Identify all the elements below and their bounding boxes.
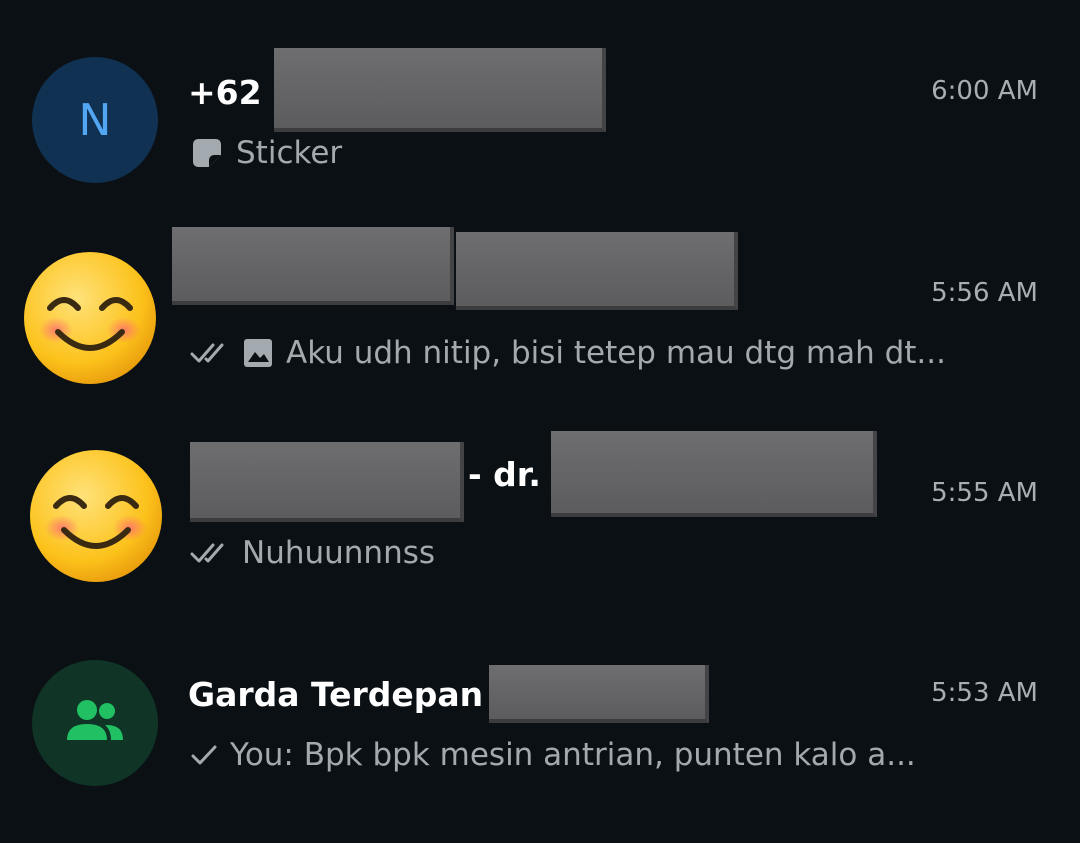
chat-time: 5:55 AM: [931, 478, 1038, 508]
avatar[interactable]: [20, 250, 160, 390]
chat-name: +62: [188, 48, 606, 132]
chat-name-middle: - dr.: [468, 454, 541, 494]
double-check-icon: [190, 341, 230, 365]
preview-text: Sticker: [236, 135, 343, 171]
chat-preview: Nuhuunnnss: [190, 528, 435, 578]
chat-name: - dr.: [190, 431, 877, 522]
chat-name: Garda Terdepan: [188, 664, 710, 724]
chat-preview: Aku udh nitip, bisi tetep mau dtg mah dt…: [190, 328, 946, 378]
redacted-block: [190, 442, 464, 522]
double-check-icon: [190, 541, 230, 565]
preview-text: Nuhuunnnss: [242, 535, 436, 571]
preview-text: You: Bpk bpk mesin antrian, punten kalo …: [230, 737, 916, 773]
chat-name-prefix: +62: [188, 72, 262, 112]
redacted-block: [456, 232, 738, 310]
chat-preview: You: Bpk bpk mesin antrian, punten kalo …: [190, 730, 916, 780]
avatar[interactable]: N: [32, 57, 158, 183]
chat-time: 6:00 AM: [931, 76, 1038, 106]
smiling-face-emoji: [26, 446, 166, 590]
chat-time: 5:53 AM: [931, 678, 1038, 708]
avatar-letter: N: [78, 94, 112, 146]
redacted-block: [489, 665, 710, 723]
chat-name-prefix: Garda Terdepan: [188, 674, 484, 714]
preview-text: Aku udh nitip, bisi tetep mau dtg mah dt…: [286, 335, 946, 371]
chat-row[interactable]: N +62 6:00 AM Sticker: [0, 20, 1080, 220]
redacted-block: [273, 48, 606, 132]
redacted-block: [550, 431, 877, 517]
chat-row[interactable]: Garda Terdepan 5:53 AM You: Bpk bpk mesi…: [0, 620, 1080, 820]
chat-name: [172, 227, 738, 310]
chat-row[interactable]: 5:56 AM Aku udh nitip, bisi tetep mau dt…: [0, 220, 1080, 420]
avatar[interactable]: [32, 660, 158, 786]
redacted-block: [172, 227, 454, 305]
smiling-face-emoji: [20, 248, 160, 392]
chat-list: N +62 6:00 AM Sticker 5:56 AM Aku udh ni…: [0, 0, 1080, 843]
group-icon: [65, 698, 125, 748]
chat-preview: Sticker: [190, 128, 342, 178]
sticker-icon: [190, 136, 224, 170]
single-check-icon: [190, 743, 218, 767]
avatar[interactable]: [26, 448, 166, 588]
image-icon: [242, 337, 274, 369]
chat-time: 5:56 AM: [931, 278, 1038, 308]
chat-row[interactable]: - dr. 5:55 AM Nuhuunnnss: [0, 420, 1080, 620]
